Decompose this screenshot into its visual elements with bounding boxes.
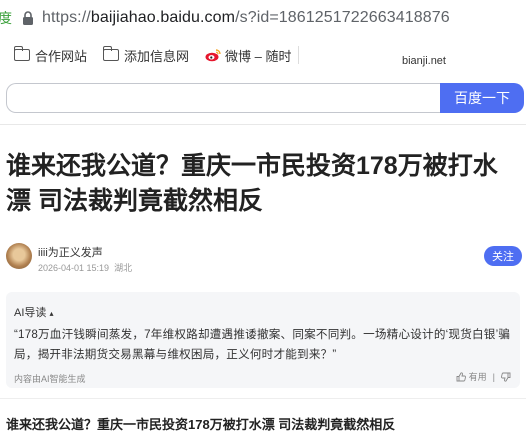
article-meta: 2026-04-01 15:19 湖北 — [38, 261, 132, 274]
address-bar[interactable]: 度 https://baijiahao.baidu.com/s?id=18612… — [0, 0, 526, 36]
bookmark-item-add-info[interactable]: 添加信息网 — [102, 46, 190, 65]
article-subtitle: 谁来还我公道？重庆一市民投资178万被打水漂 司法裁判竟截然相反 — [6, 417, 396, 432]
bookmarks-bar: 合作网站 添加信息网 微博 – 随时 — [0, 40, 526, 70]
search-input[interactable] — [6, 83, 440, 113]
thumbs-down-icon[interactable] — [501, 372, 511, 382]
sparkle-icon: ▴ — [49, 309, 54, 318]
folder-icon — [13, 46, 30, 61]
watermark-text: bianji.net — [401, 55, 446, 67]
bookmark-item-partner-sites[interactable]: 合作网站 — [13, 46, 88, 65]
bookmark-label: 添加信息网 — [124, 48, 190, 64]
ai-feedback-actions: 有用 | — [456, 370, 514, 383]
url-text[interactable]: https://baijiahao.baidu.com/s?id=1861251… — [42, 9, 450, 27]
folder-icon — [102, 46, 120, 61]
actions-divider: | — [492, 371, 495, 382]
search-button[interactable]: 百度一下 — [440, 83, 524, 113]
author-name[interactable]: iiii为正义发声 — [38, 244, 103, 260]
bookmarks-divider — [297, 46, 299, 64]
tab-prefix-text: 度 — [0, 10, 12, 26]
ai-summary-title-text: AI导读 — [14, 307, 47, 319]
search-bar: 百度一下 — [6, 83, 524, 113]
ai-summary-text: “178万血汗钱瞬间蒸发，7年维权路却遭遇推诿撤案、同案不同判。一场精心设计的‘… — [14, 328, 511, 361]
url-scheme: https:// — [42, 9, 91, 26]
bookmark-item-weibo[interactable]: 微博 – 随时 — [205, 46, 292, 65]
article-title: 谁来还我公道？重庆一市民投资178万被打水漂 司法裁判竟截然相反 — [6, 152, 498, 215]
url-host: baijiahao.baidu.com — [90, 9, 236, 26]
lock-icon[interactable] — [22, 11, 34, 25]
content-divider — [0, 398, 526, 399]
publish-location: 湖北 — [114, 263, 133, 273]
useful-label: 有用 — [468, 372, 487, 382]
url-path: /s?id=1861251722663418876 — [235, 9, 450, 26]
useful-button[interactable]: 有用 — [456, 370, 487, 383]
ai-summary-title[interactable]: AI导读 ▴ — [14, 304, 53, 320]
bookmark-label: 微博 – 随时 — [225, 48, 292, 64]
header-divider — [0, 124, 526, 125]
bookmark-label: 合作网站 — [35, 48, 88, 64]
ai-generated-note: 内容由AI智能生成 — [14, 374, 86, 384]
follow-button[interactable]: 关注 — [484, 246, 522, 266]
weibo-icon — [205, 49, 221, 62]
thumbs-up-icon — [456, 371, 466, 381]
avatar[interactable] — [6, 243, 32, 269]
ai-summary-box: AI导读 ▴ “178万血汗钱瞬间蒸发，7年维权路却遭遇推诿撤案、同案不同判。一… — [6, 292, 520, 388]
publish-date: 2026-04-01 15:19 — [38, 263, 110, 273]
